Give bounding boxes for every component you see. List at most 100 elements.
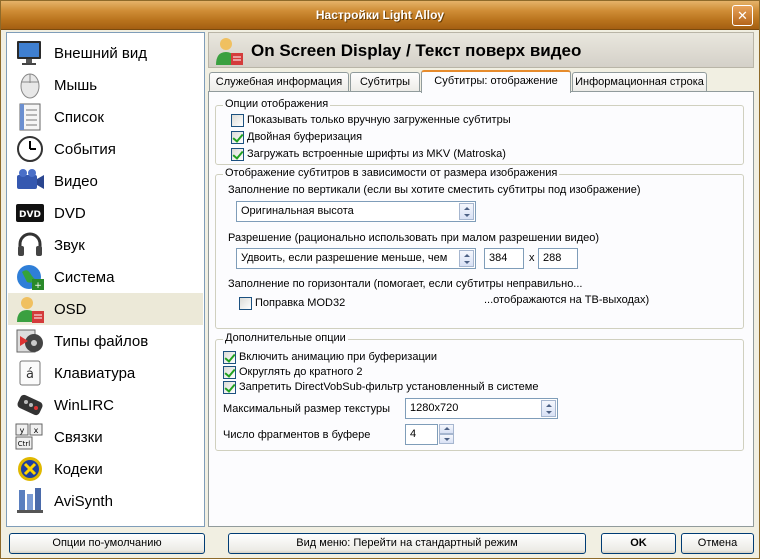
checkbox-box xyxy=(231,113,244,127)
sidebar-item-osd[interactable]: OSD xyxy=(8,293,203,325)
checkbox-label: Запретить DirectVobSub-фильтр установлен… xyxy=(239,381,539,393)
input-value: 4 xyxy=(410,428,417,440)
menu-view-button[interactable]: Вид меню: Перейти на стандартный режим xyxy=(228,533,586,554)
headphones-icon xyxy=(14,230,46,260)
resolution-width-input[interactable]: 384 xyxy=(484,248,524,269)
fragments-spinner[interactable] xyxy=(439,424,454,445)
load-mkv-fonts-checkbox[interactable]: Загружать встроенные шрифты из MKV (Matr… xyxy=(231,147,506,161)
sidebar-item-video[interactable]: Видео xyxy=(8,165,203,197)
checkbox-box xyxy=(231,130,244,144)
sidebar-item-appearance[interactable]: Внешний вид xyxy=(8,37,203,69)
checkbox-box xyxy=(231,147,244,161)
svg-text:+: + xyxy=(34,281,42,291)
checkbox-label: Показывать только вручную загруженные су… xyxy=(247,114,511,126)
sidebar-item-label: Клавиатура xyxy=(54,364,136,382)
tab-subtitles-display[interactable]: Субтитры: отображение xyxy=(421,70,571,93)
sidebar-item-label: WinLIRC xyxy=(54,396,115,414)
tab-service-info[interactable]: Служебная информация xyxy=(209,72,349,92)
input-value: 288 xyxy=(543,252,562,264)
dropdown-spin-icon[interactable] xyxy=(459,250,474,267)
checkbox-box xyxy=(223,365,236,379)
animate-buffering-checkbox[interactable]: Включить анимацию при буферизации xyxy=(223,350,437,364)
resolution-height-input[interactable]: 288 xyxy=(538,248,578,269)
close-button[interactable]: ✕ xyxy=(732,5,753,26)
sidebar-item-label: Типы файлов xyxy=(54,332,149,350)
group-title: Дополнительные опции xyxy=(223,332,348,344)
checkbox-label: Двойная буферизация xyxy=(247,131,363,143)
checkbox-label: Загружать встроенные шрифты из MKV (Matr… xyxy=(247,148,506,160)
spin-down-icon[interactable] xyxy=(439,434,454,444)
remote-control-icon xyxy=(14,390,46,420)
block-directvobsub-checkbox[interactable]: Запретить DirectVobSub-фильтр установлен… xyxy=(223,380,538,394)
defaults-button[interactable]: Опции по-умолчанию xyxy=(9,533,205,554)
svg-text:á: á xyxy=(26,367,34,382)
checkbox-label: Поправка MOD32 xyxy=(255,297,346,309)
sidebar-item-label: AviSynth xyxy=(54,492,113,510)
hotkeys-icon: y x Ctrl xyxy=(14,422,46,452)
size-dependent-group: Отображение субтитров в зависимости от р… xyxy=(215,167,744,329)
checkbox-label: Включить анимацию при буферизации xyxy=(239,351,438,363)
cancel-button[interactable]: Отмена xyxy=(681,533,754,554)
sidebar-item-sound[interactable]: Звук xyxy=(8,229,203,261)
resolution-separator: x xyxy=(529,252,535,264)
sidebar-item-mouse[interactable]: Мышь xyxy=(8,69,203,101)
select-value: Оригинальная высота xyxy=(241,205,354,217)
codecs-icon xyxy=(14,454,46,484)
tab-panel-subtitles-display: Опции отображения Показывать только вруч… xyxy=(208,91,754,527)
svg-text:y: y xyxy=(20,426,25,435)
sidebar-item-avisynth[interactable]: AviSynth xyxy=(8,485,203,517)
group-title: Отображение субтитров в зависимости от р… xyxy=(223,167,560,179)
mouse-icon xyxy=(14,70,46,100)
max-texture-select[interactable]: 1280x720 xyxy=(405,398,558,419)
ok-button[interactable]: OK xyxy=(601,533,676,554)
sidebar-item-winlirc[interactable]: WinLIRC xyxy=(8,389,203,421)
vertical-fill-select[interactable]: Оригинальная высота xyxy=(236,201,476,222)
sidebar-item-label: Звук xyxy=(54,236,85,254)
select-value: Удвоить, если разрешение меньше, чем xyxy=(241,252,448,264)
svg-text:Ctrl: Ctrl xyxy=(18,440,31,448)
dropdown-spin-icon[interactable] xyxy=(459,203,474,220)
show-manual-only-checkbox[interactable]: Показывать только вручную загруженные су… xyxy=(231,113,511,127)
display-options-group: Опции отображения Показывать только вруч… xyxy=(215,98,744,165)
spin-up-icon[interactable] xyxy=(439,424,454,434)
dropdown-spin-icon[interactable] xyxy=(541,400,556,417)
additional-options-group: Дополнительные опции Включить анимацию п… xyxy=(215,332,744,451)
sidebar-item-keyboard[interactable]: á Клавиатура xyxy=(8,357,203,389)
round-to-2-checkbox[interactable]: Округлять до кратного 2 xyxy=(223,365,363,379)
globe-icon: + xyxy=(14,262,46,292)
tab-subtitles[interactable]: Субтитры xyxy=(350,72,420,92)
checkbox-label: Округлять до кратного 2 xyxy=(239,366,363,378)
sidebar-item-label: Видео xyxy=(54,172,98,190)
dvd-icon: DVD xyxy=(14,198,46,228)
input-value: 384 xyxy=(489,252,508,264)
category-sidebar: Внешний вид Мышь Список События Видео DV… xyxy=(6,32,205,527)
sidebar-item-label: Внешний вид xyxy=(54,44,147,62)
sidebar-item-system[interactable]: + Система xyxy=(8,261,203,293)
sidebar-item-list[interactable]: Список xyxy=(8,101,203,133)
sidebar-item-file-types[interactable]: Типы файлов xyxy=(8,325,203,357)
tab-info-line[interactable]: Информационная строка xyxy=(572,72,707,92)
mod32-checkbox[interactable]: Поправка MOD32 xyxy=(239,296,345,310)
group-title: Опции отображения xyxy=(223,98,331,110)
fragments-input[interactable]: 4 xyxy=(405,424,438,445)
settings-window: Настройки Light Alloy ✕ Внешний вид Мышь xyxy=(0,0,760,559)
double-buffer-checkbox[interactable]: Двойная буферизация xyxy=(231,130,362,144)
horizontal-fill-label-continued: ...отображаются на ТВ-выходах) xyxy=(484,294,650,306)
monitor-icon xyxy=(14,38,46,68)
sidebar-item-dvd[interactable]: DVD DVD xyxy=(8,197,203,229)
osd-user-icon xyxy=(14,294,46,324)
sidebar-item-events[interactable]: События xyxy=(8,133,203,165)
sidebar-item-hotkeys[interactable]: y x Ctrl Связки xyxy=(8,421,203,453)
vertical-fill-label: Заполнение по вертикали (если вы хотите … xyxy=(228,184,641,196)
resolution-select[interactable]: Удвоить, если разрешение меньше, чем xyxy=(236,248,476,269)
sidebar-item-label: OSD xyxy=(54,300,87,318)
keyboard-icon: á xyxy=(14,358,46,388)
sidebar-item-codecs[interactable]: Кодеки xyxy=(8,453,203,485)
select-value: 1280x720 xyxy=(410,402,459,414)
checkbox-box xyxy=(223,350,236,364)
svg-text:DVD: DVD xyxy=(19,210,41,220)
title-bar[interactable]: Настройки Light Alloy ✕ xyxy=(1,1,759,30)
video-camera-icon xyxy=(14,166,46,196)
max-texture-label: Максимальный размер текстуры xyxy=(223,403,391,415)
sidebar-item-label: DVD xyxy=(54,204,86,222)
